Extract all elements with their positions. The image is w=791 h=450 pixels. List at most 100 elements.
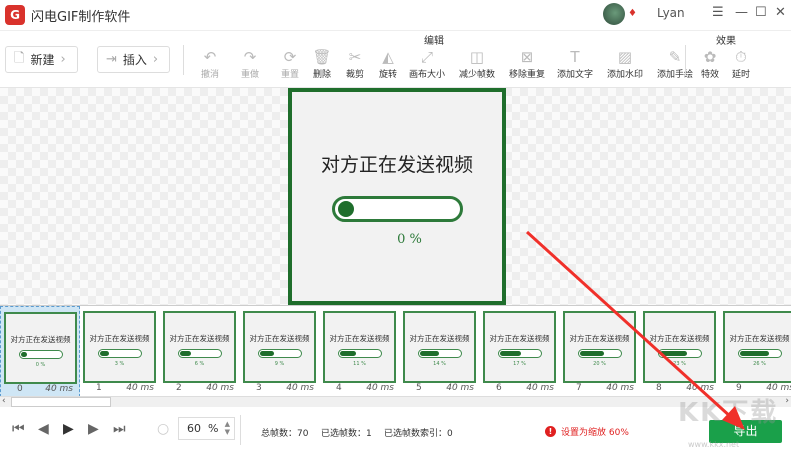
app-title: 闪电GIF制作软件 [31, 9, 131, 25]
frame-delay[interactable]: 40 ms [526, 383, 554, 393]
tool-label: 旋转 [378, 70, 397, 80]
frame-image: 对方正在发送视频 3 % [83, 311, 156, 383]
frame-progress-bar [738, 349, 782, 358]
frame-title: 对方正在发送视频 [89, 334, 150, 343]
avatar[interactable] [603, 3, 625, 25]
frame-image: 对方正在发送视频 20 % [563, 311, 636, 383]
selected-frames: 已选帧数：1 [321, 429, 372, 439]
flip-icon: ◭ [382, 48, 394, 66]
frame-delay[interactable]: 40 ms [446, 383, 474, 393]
first-frame-button[interactable]: ⏮ [12, 421, 25, 437]
frame-title: 对方正在发送视频 [649, 334, 710, 343]
tool-reduce-frames[interactable]: ◫ 减少帧数 [457, 47, 497, 80]
frame-thumbnail[interactable]: 对方正在发送视频 9 % 3 40 ms [240, 306, 320, 397]
zoom-warning: ! 设置为缩放 60% [545, 425, 629, 438]
frame-thumbnail[interactable]: 对方正在发送视频 6 % 2 40 ms [160, 306, 240, 397]
preview-title: 对方正在发送视频 [320, 154, 473, 176]
frame-percent: 17 % [513, 361, 526, 367]
vip-badge-icon: ♦ [628, 8, 637, 19]
tool-label: 添加文字 [556, 70, 593, 80]
tool-redo[interactable]: ↷ 重做 [230, 47, 270, 80]
frame-image: 对方正在发送视频 23 % [643, 311, 716, 383]
frame-thumbnail[interactable]: 对方正在发送视频26 %940 ms [720, 306, 791, 397]
frame-percent: 20 % [593, 361, 606, 367]
scrollbar-thumb[interactable] [11, 397, 111, 407]
frame-image: 对方正在发送视频 14 % [403, 311, 476, 383]
frame-thumbnail[interactable]: 对方正在发送视频 17 % 6 40 ms [480, 306, 560, 397]
scroll-right-icon[interactable]: › [785, 396, 789, 406]
insert-button[interactable]: ⇥ 插入 › [97, 46, 170, 73]
tool-remove-duplicate[interactable]: ⊠ 移除重复 [507, 47, 547, 80]
selected-index: 已选帧数索引：0 [384, 429, 453, 439]
tool-label: 添加手绘 [656, 70, 693, 80]
frame-thumbnail[interactable]: 对方正在发送视频 0 % 0 40 ms [0, 306, 80, 397]
tool-pencil[interactable]: ✎ 添加手绘 [655, 47, 695, 80]
zoom-icon: ○ [157, 421, 170, 437]
horizontal-scrollbar[interactable]: ‹ › [0, 396, 791, 407]
frame-title: 对方正在发送视频 [489, 334, 550, 343]
maximize-button[interactable]: ☐ [755, 5, 767, 20]
play-button[interactable]: ▶ [63, 421, 74, 437]
frame-delay[interactable]: 40 ms [126, 383, 154, 393]
tool-flip[interactable]: ◭ 旋转 [368, 47, 408, 80]
frame-progress-bar [98, 349, 142, 358]
frame-title: 对方正在发送视频 [10, 335, 71, 344]
frame-image: 对方正在发送视频 6 % [163, 311, 236, 383]
frame-delay[interactable]: 40 ms [206, 383, 234, 393]
insert-icon: ⇥ [106, 52, 117, 67]
username[interactable]: Lyan [657, 6, 685, 20]
frame-index: 6 [496, 383, 502, 393]
tool-label: 添加水印 [606, 70, 643, 80]
new-button[interactable]: 🗋 新建 › [5, 46, 78, 73]
frame-image: 对方正在发送视频 11 % [323, 311, 396, 383]
frame-index: 3 [256, 383, 262, 393]
frame-thumbnail[interactable]: 对方正在发送视频 3 % 1 40 ms [80, 306, 160, 397]
watermark-logo: KK下载 [678, 398, 779, 428]
frame-delay[interactable]: 40 ms [286, 383, 314, 393]
tool-text[interactable]: T 添加文字 [555, 47, 595, 80]
undo-icon: ↶ [203, 48, 217, 66]
timer-icon: ⏱ [735, 48, 747, 66]
frame-progress-bar [338, 349, 382, 358]
frame-percent: 26 % [753, 361, 766, 367]
frame-progress-bar [178, 349, 222, 358]
zoom-input[interactable]: 60 % ▲ ▼ [178, 417, 235, 440]
frame-thumbnail[interactable]: 对方正在发送视频 23 % 8 40 ms [640, 306, 720, 397]
effect-timer[interactable]: ⏱ 延时 [721, 47, 761, 80]
watermark-icon: ▨ [617, 48, 633, 66]
redo-icon: ↷ [243, 48, 257, 66]
frame-thumbnail[interactable]: 对方正在发送视频 11 % 4 40 ms [320, 306, 400, 397]
frame-index: 7 [576, 383, 582, 393]
new-file-icon: 🗋 [14, 50, 25, 66]
insert-label: 插入 [122, 53, 147, 67]
frame-title: 对方正在发送视频 [409, 334, 470, 343]
minimize-button[interactable]: — [735, 5, 748, 20]
frame-thumbnail[interactable]: 对方正在发送视频 14 % 5 40 ms [400, 306, 480, 397]
tool-undo[interactable]: ↶ 撤消 [190, 47, 230, 80]
frame-image: 对方正在发送视频 0 % [4, 312, 77, 384]
close-button[interactable]: ✕ [775, 5, 786, 20]
pencil-icon: ✎ [668, 48, 682, 66]
tool-watermark[interactable]: ▨ 添加水印 [605, 47, 645, 80]
zoom-stepper[interactable]: ▲ ▼ [225, 420, 230, 436]
frame-strip: 对方正在发送视频 0 % 0 40 ms 对方正在发送视频 3 % 1 40 ms 对方正在发送… [0, 305, 791, 397]
frame-delay[interactable]: 40 ms [606, 383, 634, 393]
frame-delay[interactable]: 40 ms [45, 384, 73, 394]
menu-icon[interactable]: ☰ [712, 5, 724, 20]
next-frame-button[interactable]: ▶ [88, 421, 99, 437]
tool-resize[interactable]: ⤢ 画布大小 [407, 47, 447, 80]
bottom-bar: ⏮ ◀ ▶ ▶ ⏭ ○ 60 % ▲ ▼ 总帧数：70 已选帧数：1 已选帧数索引：… [0, 407, 791, 450]
prev-frame-button[interactable]: ◀ [38, 421, 49, 437]
text-icon: T [570, 48, 580, 66]
effect-label: 延时 [731, 70, 750, 80]
frame-index: 5 [416, 383, 422, 393]
last-frame-button[interactable]: ⏭ [113, 421, 126, 437]
frame-delay[interactable]: 40 ms [366, 383, 394, 393]
preview-progress-bar [332, 196, 463, 222]
scroll-left-icon[interactable]: ‹ [2, 396, 6, 406]
canvas-area: 对方正在发送视频 0 % [0, 88, 791, 305]
tool-label: 重置 [280, 70, 299, 80]
frame-percent: 11 % [353, 361, 366, 367]
frame-title: 对方正在发送视频 [169, 334, 230, 343]
frame-thumbnail[interactable]: 对方正在发送视频 20 % 7 40 ms [560, 306, 640, 397]
